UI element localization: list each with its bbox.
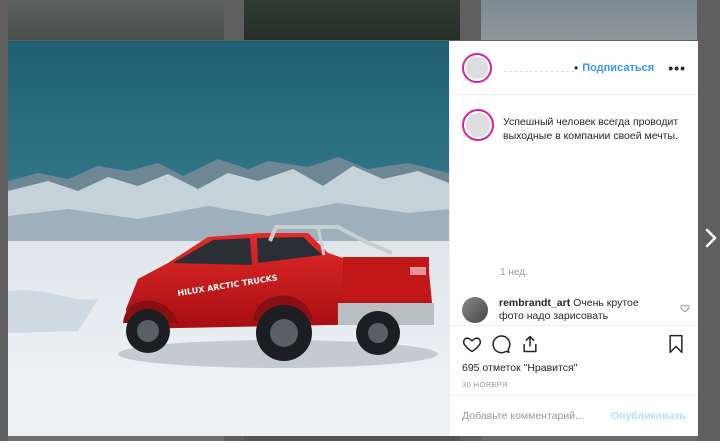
background-thumbnail — [8, 436, 224, 441]
comment-like-icon[interactable] — [680, 303, 690, 313]
post-modal: HILUX ARCTIC TRUCKS • Подписаться ••• Ус… — [8, 41, 698, 436]
author-avatar[interactable] — [462, 109, 494, 141]
publish-button[interactable]: Опубликовать — [611, 410, 686, 422]
chevron-right-icon[interactable] — [704, 228, 718, 248]
comment-username[interactable]: rembrandt_art — [499, 297, 570, 309]
post-time-ago[interactable]: 1 нед. — [500, 267, 528, 278]
follow-button[interactable]: Подписаться — [582, 62, 654, 74]
post-photo[interactable]: HILUX ARCTIC TRUCKS — [8, 41, 449, 436]
add-comment-bar: Опубликовать — [450, 395, 698, 436]
comment-item: rembrandt_art Очень крутое фото надо зар… — [462, 297, 690, 323]
post-date: 30 НОЯБРЯ — [462, 380, 508, 389]
action-icons-row — [462, 326, 686, 362]
share-icon[interactable] — [520, 334, 540, 354]
background-thumbnail — [481, 0, 697, 40]
author-username[interactable] — [504, 64, 574, 72]
commenter-avatar[interactable] — [462, 297, 488, 323]
truck-photo: HILUX ARCTIC TRUCKS — [8, 41, 449, 436]
comment-icon[interactable] — [491, 334, 511, 354]
likes-count[interactable]: 695 отметок "Нравится" — [462, 362, 686, 374]
post-sidebar: • Подписаться ••• Успешный человек всегд… — [449, 41, 698, 436]
background-thumbnail — [8, 0, 224, 40]
post-caption: Успешный человек всегда проводит выходны… — [462, 109, 686, 143]
background-thumbnail — [481, 436, 697, 441]
comments-section: Успешный человек всегда проводит выходны… — [450, 97, 698, 329]
background-thumbnail — [244, 0, 460, 40]
background-thumbnail — [244, 436, 460, 441]
heart-icon[interactable] — [462, 334, 482, 354]
separator-dot: • — [574, 60, 579, 75]
post-header: • Подписаться ••• — [450, 41, 698, 95]
more-icon[interactable]: ••• — [668, 60, 686, 76]
bookmark-icon[interactable] — [666, 334, 686, 354]
comment-text: rembrandt_art Очень крутое фото надо зар… — [499, 297, 664, 323]
caption-text: Успешный человек всегда проводит выходны… — [503, 116, 679, 142]
add-comment-input[interactable] — [462, 410, 612, 422]
author-avatar[interactable] — [462, 52, 492, 83]
